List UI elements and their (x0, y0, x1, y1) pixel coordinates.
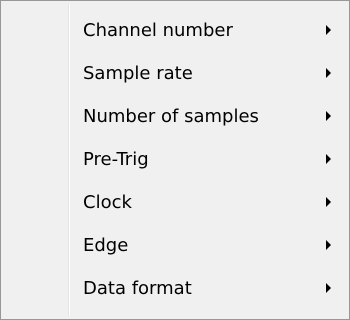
chevron-right-icon (326, 197, 331, 207)
chevron-right-icon (326, 283, 331, 293)
menu-item-label: Sample rate (83, 63, 193, 84)
menu-item-sample-rate[interactable]: Sample rate (1, 52, 349, 95)
menu-item-label: Number of samples (83, 106, 259, 127)
chevron-right-icon (326, 240, 331, 250)
menu-item-label: Clock (83, 192, 132, 213)
menu-item-label: Pre-Trig (83, 149, 149, 170)
menu-item-channel-number[interactable]: Channel number (1, 9, 349, 52)
menu-item-edge[interactable]: Edge (1, 224, 349, 267)
menu-item-label: Channel number (83, 20, 233, 41)
menu-item-clock[interactable]: Clock (1, 181, 349, 224)
chevron-right-icon (326, 154, 331, 164)
menu-item-pre-trig[interactable]: Pre-Trig (1, 138, 349, 181)
chevron-right-icon (326, 68, 331, 78)
chevron-right-icon (326, 25, 331, 35)
menu-items: Channel number Sample rate Number of sam… (1, 9, 349, 310)
menu-item-label: Data format (83, 278, 192, 299)
menu-item-label: Edge (83, 235, 129, 256)
menu-item-number-of-samples[interactable]: Number of samples (1, 95, 349, 138)
menu-item-data-format[interactable]: Data format (1, 267, 349, 310)
chevron-right-icon (326, 111, 331, 121)
context-menu: Channel number Sample rate Number of sam… (0, 0, 350, 320)
